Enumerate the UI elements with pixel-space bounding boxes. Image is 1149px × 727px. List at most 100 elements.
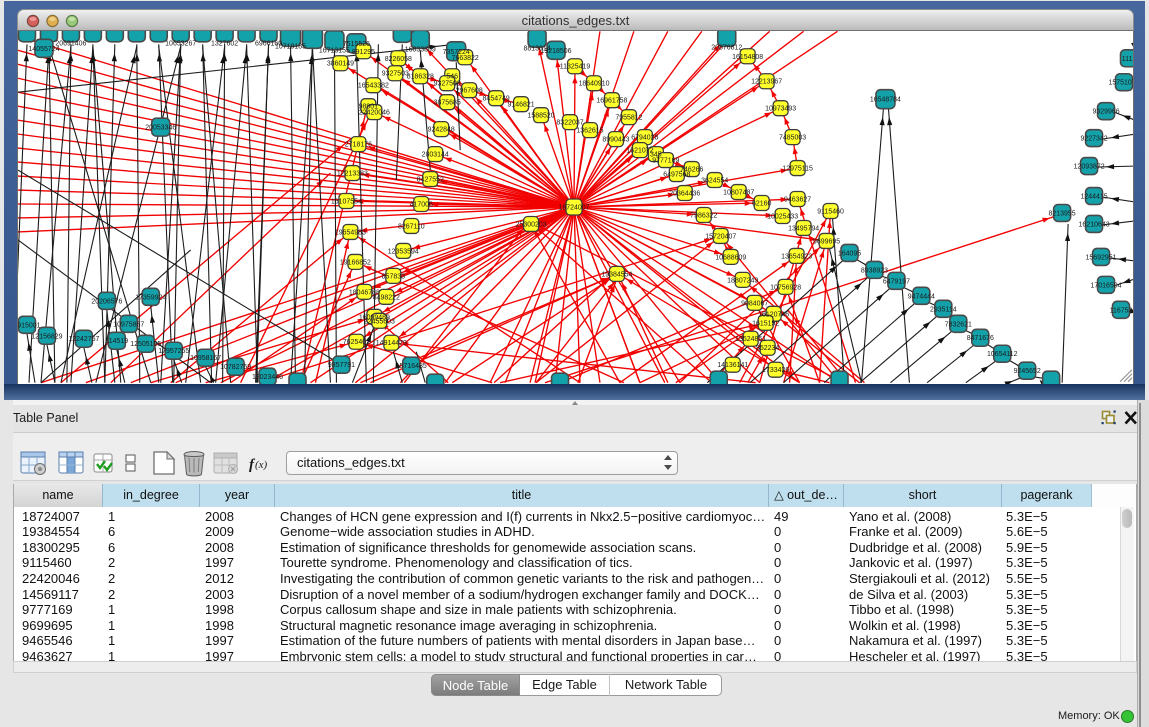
- svg-text:10782759: 10782759: [220, 364, 251, 371]
- svg-text:3875685: 3875685: [434, 100, 461, 107]
- svg-text:891295: 891295: [352, 49, 375, 56]
- svg-text:17359924: 17359924: [135, 294, 166, 301]
- svg-text:12353594: 12353594: [388, 248, 419, 255]
- svg-text:9857791: 9857791: [328, 362, 355, 369]
- svg-text:6497568: 6497568: [663, 172, 690, 179]
- svg-text:9242848: 9242848: [428, 127, 455, 134]
- svg-text:852234: 852234: [756, 345, 779, 352]
- svg-text:15716485: 15716485: [396, 363, 427, 370]
- svg-text:13654923: 13654923: [781, 253, 812, 260]
- svg-text:12242757: 12242757: [68, 336, 99, 343]
- svg-text:2967608: 2967608: [456, 88, 483, 95]
- svg-text:18724007: 18724007: [558, 204, 589, 211]
- svg-text:114519: 114519: [105, 338, 128, 345]
- svg-text:15692951: 15692951: [1086, 254, 1117, 261]
- svg-text:3915001: 3915001: [17, 322, 41, 329]
- svg-text:20206576: 20206576: [91, 298, 122, 305]
- svg-text:13495794: 13495794: [788, 225, 819, 232]
- svg-text:12156829: 12156829: [31, 333, 62, 340]
- svg-text:20053346: 20053346: [145, 125, 176, 132]
- svg-text:7663822: 7663822: [452, 55, 479, 62]
- svg-text:8322037: 8322037: [556, 120, 583, 127]
- svg-text:10688609: 10688609: [715, 254, 746, 261]
- svg-text:11325419: 11325419: [560, 64, 591, 71]
- svg-text:12093872: 12093872: [1074, 164, 1105, 171]
- svg-text:62160: 62160: [752, 201, 772, 208]
- svg-text:1615152: 1615152: [752, 320, 779, 327]
- svg-text:12023446: 12023446: [252, 374, 283, 381]
- svg-text:3860149: 3860149: [327, 61, 354, 68]
- svg-text:7515526: 7515526: [343, 41, 370, 48]
- svg-text:(x): (x): [255, 459, 268, 471]
- svg-text:19654983: 19654983: [335, 229, 366, 236]
- svg-text:116753: 116753: [1110, 307, 1133, 314]
- svg-text:8498222: 8498222: [373, 294, 400, 301]
- svg-text:8938923: 8938923: [861, 267, 888, 274]
- svg-text:8427552: 8427552: [417, 177, 444, 184]
- svg-text:16210643: 16210643: [1079, 221, 1110, 228]
- svg-text:12213967: 12213967: [751, 79, 782, 86]
- svg-text:7485003: 7485003: [779, 135, 806, 142]
- svg-text:1327602: 1327602: [211, 40, 238, 47]
- svg-text:10654112: 10654112: [987, 351, 1018, 358]
- svg-text:9084067: 9084067: [741, 300, 768, 307]
- svg-text:9115460: 9115460: [817, 208, 844, 215]
- svg-text:546: 546: [446, 74, 458, 81]
- svg-text:12505195: 12505195: [130, 341, 161, 348]
- svg-text:14055724: 14055724: [28, 46, 59, 53]
- svg-text:9329966: 9329966: [1092, 109, 1119, 116]
- svg-text:9699695: 9699695: [813, 238, 840, 245]
- svg-text:10975867: 10975867: [113, 321, 144, 328]
- svg-text:15751074: 15751074: [1109, 80, 1134, 87]
- svg-text:14136141: 14136141: [717, 362, 748, 369]
- svg-text:9227342: 9227342: [1080, 136, 1107, 143]
- svg-text:20364436: 20364436: [669, 191, 700, 198]
- svg-text:7986322: 7986322: [690, 212, 717, 219]
- svg-text:2803144: 2803144: [422, 152, 449, 159]
- svg-text:16548784: 16548784: [870, 97, 901, 104]
- svg-text:9327508: 9327508: [434, 81, 461, 88]
- svg-text:19384554: 19384554: [601, 271, 632, 278]
- svg-text:20691406: 20691406: [55, 40, 86, 47]
- svg-text:8471676: 8471676: [967, 335, 994, 342]
- svg-text:16154808: 16154808: [732, 54, 763, 61]
- svg-text:22420046: 22420046: [359, 110, 390, 117]
- svg-text:19166852: 19166852: [340, 259, 371, 266]
- svg-text:16713155: 16713155: [319, 47, 350, 54]
- svg-text:17957255: 17957255: [158, 348, 189, 355]
- svg-text:164095: 164095: [838, 250, 861, 257]
- svg-text:6794028: 6794028: [631, 135, 658, 142]
- svg-text:17016504: 17016504: [1091, 282, 1122, 289]
- svg-text:16961758: 16961758: [596, 98, 627, 105]
- svg-text:18640910: 18640910: [578, 81, 609, 88]
- svg-text:16543382: 16543382: [358, 83, 389, 90]
- svg-text:9474444: 9474444: [908, 293, 935, 300]
- svg-text:1112: 1112: [1122, 56, 1134, 63]
- svg-text:417006: 417006: [410, 202, 433, 209]
- svg-text:16107554: 16107554: [331, 199, 362, 206]
- svg-text:1244415: 1244415: [1080, 194, 1107, 201]
- svg-text:19218506: 19218506: [541, 48, 572, 55]
- svg-text:9463627: 9463627: [784, 197, 811, 204]
- svg-text:8990443: 8990443: [602, 137, 629, 144]
- svg-text:15720407: 15720407: [705, 233, 736, 240]
- svg-text:16033809: 16033809: [405, 46, 436, 53]
- svg-text:7832621: 7832621: [945, 321, 972, 328]
- svg-text:1733426: 1733426: [762, 367, 789, 374]
- svg-text:9245652: 9245652: [1014, 368, 1041, 375]
- svg-text:6479197: 6479197: [883, 278, 910, 285]
- svg-text:1362615: 1362615: [576, 128, 603, 135]
- svg-text:10756928: 10756928: [770, 284, 801, 291]
- svg-text:7625402: 7625402: [343, 339, 370, 346]
- svg-text:16120746: 16120746: [758, 311, 789, 318]
- svg-text:13524851: 13524851: [735, 336, 766, 343]
- svg-text:9777169: 9777169: [652, 158, 679, 165]
- svg-text:9327503: 9327503: [382, 71, 409, 78]
- svg-text:857833: 857833: [382, 273, 405, 280]
- svg-text:12975115: 12975115: [782, 166, 813, 173]
- svg-text:1588520: 1588520: [527, 113, 554, 120]
- svg-text:8267110: 8267110: [398, 223, 425, 230]
- svg-text:8226058: 8226058: [385, 56, 412, 63]
- svg-text:10973493: 10973493: [765, 106, 796, 113]
- svg-text:8186328: 8186328: [407, 74, 434, 81]
